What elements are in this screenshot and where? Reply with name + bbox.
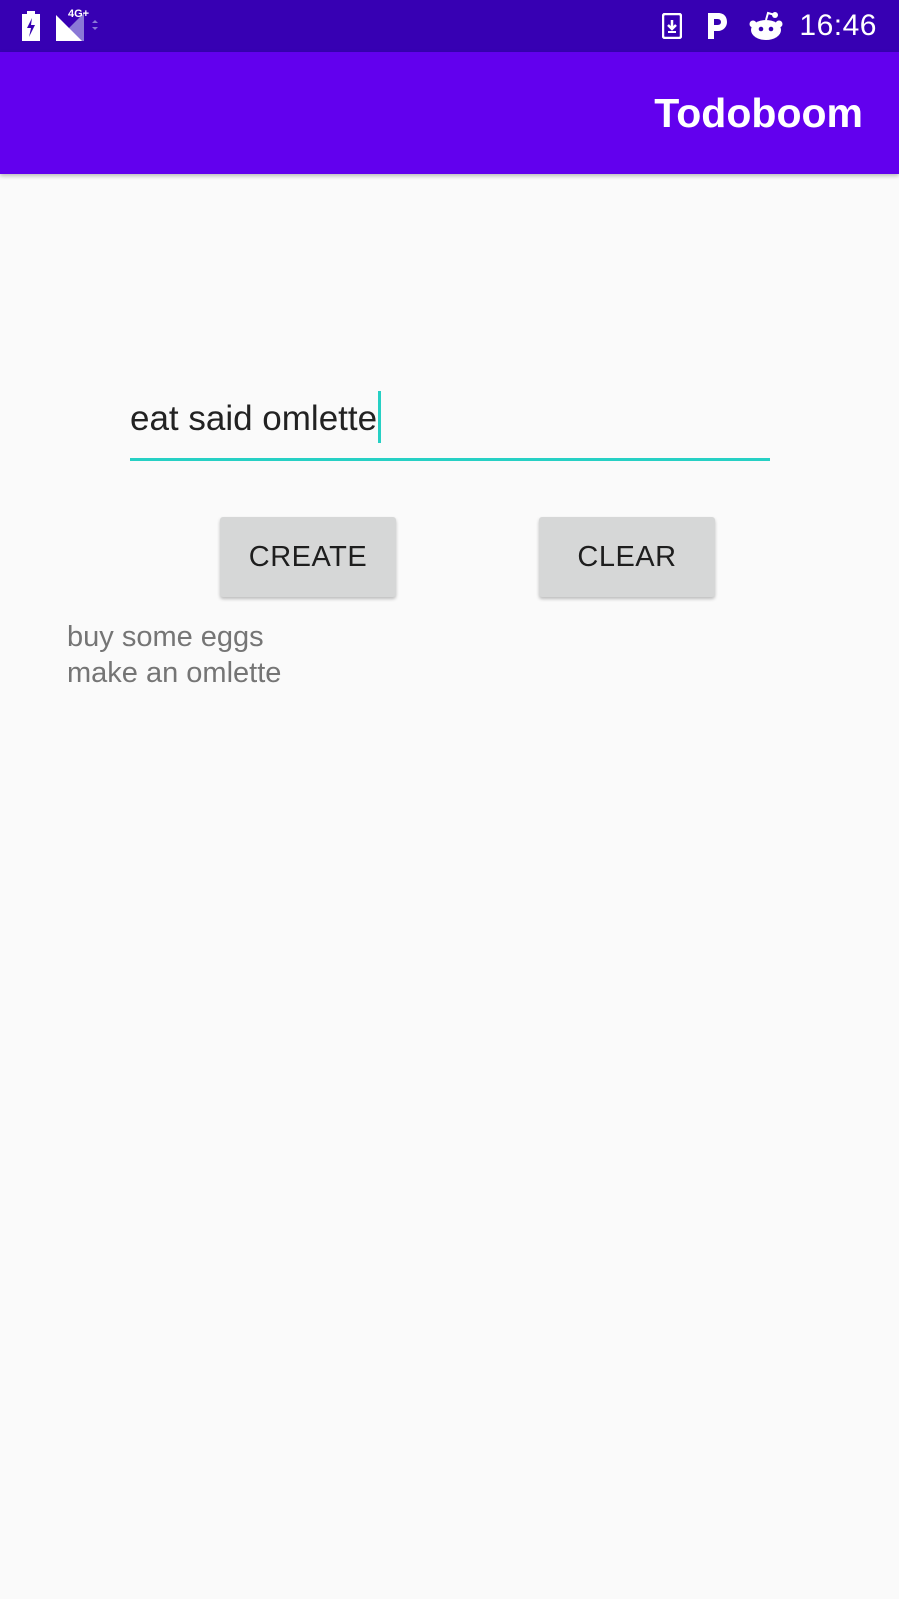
app-title: Todoboom [654,90,863,136]
list-item: buy some eggs [67,621,264,653]
create-button[interactable]: CREATE [220,517,396,597]
todo-input-field[interactable]: eat said omlette [130,388,770,461]
list-item: make an omlette [67,657,282,689]
app-screen: 4G+ 16:46 Todoboom eat said omlette CREA… [0,0,899,1599]
clear-button[interactable]: CLEAR [539,517,715,597]
battery-charging-icon [20,0,42,52]
todo-input-value: eat said omlette [130,399,378,438]
app-bar: Todoboom [0,52,899,174]
status-time: 16:46 [799,9,877,42]
clear-button-label: CLEAR [577,540,677,573]
create-button-label: CREATE [248,540,368,573]
status-bar: 4G+ 16:46 [0,0,899,52]
p-app-icon [704,0,730,52]
network-type-label: 4G+ [68,8,90,20]
todo-input-text[interactable]: eat said omlette [130,388,382,450]
text-cursor [378,390,382,443]
todo-list: buy some eggs make an omlette [67,619,281,691]
download-notification-icon [660,0,684,52]
reddit-icon [749,0,783,52]
